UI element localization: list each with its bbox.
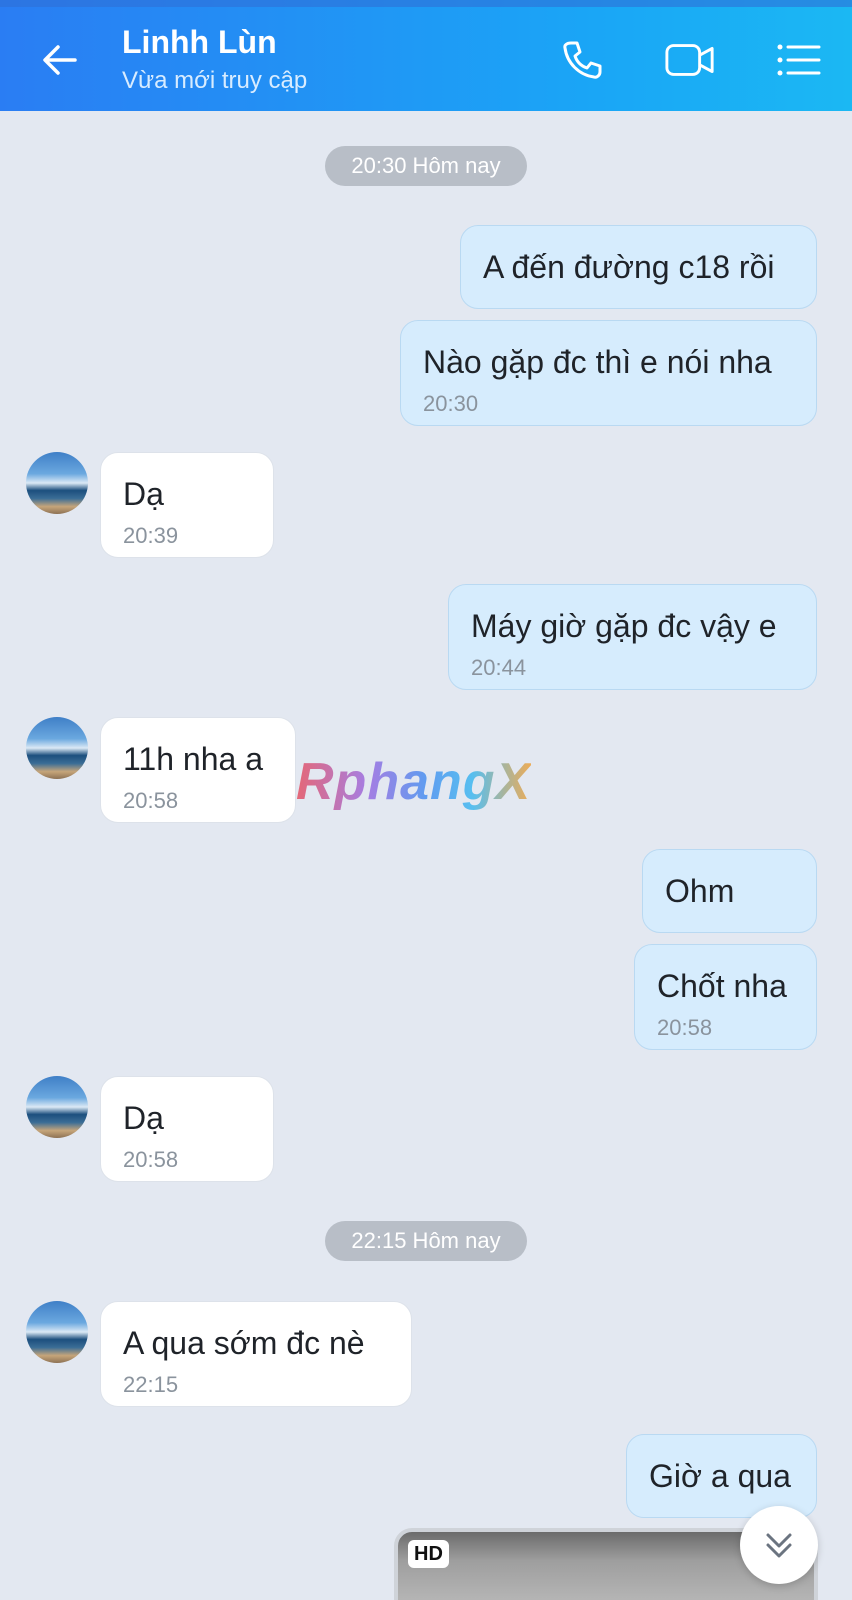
message-time: 20:58	[657, 1015, 713, 1040]
video-camera-icon	[665, 44, 714, 76]
message-text: Dạ	[123, 476, 164, 512]
message-text: Máy giờ gặp đc vậy e	[471, 608, 777, 644]
message-text: Dạ	[123, 1100, 164, 1136]
contact-avatar[interactable]	[26, 717, 88, 779]
contact-name: Linhh Lùn	[122, 24, 277, 60]
message-time: 20:44	[471, 655, 527, 680]
message-text: Nào gặp đc thì e nói nha	[423, 344, 772, 380]
message-text: A đến đường c18 rồi	[483, 249, 775, 285]
message-text: A qua sớm đc nè	[123, 1325, 365, 1361]
back-button[interactable]	[36, 36, 84, 84]
outgoing-message[interactable]: Ohm	[642, 849, 817, 933]
date-separator: 20:30 Hôm nay	[325, 146, 527, 186]
incoming-message[interactable]: Dạ 20:39	[100, 452, 274, 558]
date-separator: 22:15 Hôm nay	[325, 1221, 527, 1261]
call-button[interactable]	[556, 34, 608, 86]
outgoing-message[interactable]: Giờ a qua	[626, 1434, 817, 1518]
incoming-message[interactable]: 11h nha a 20:58	[100, 717, 296, 823]
chat-header: Linhh Lùn Vừa mới truy cập	[0, 0, 852, 111]
video-call-button[interactable]	[664, 34, 716, 86]
outgoing-message[interactable]: Nào gặp đc thì e nói nha 20:30	[400, 320, 817, 426]
contact-avatar[interactable]	[26, 452, 88, 514]
incoming-message[interactable]: A qua sớm đc nè 22:15	[100, 1301, 412, 1407]
contact-avatar[interactable]	[26, 1301, 88, 1363]
message-time: 20:39	[123, 523, 179, 548]
contact-info[interactable]: Linhh Lùn Vừa mới truy cập	[122, 22, 307, 98]
message-text: Giờ a qua	[649, 1458, 791, 1494]
message-text: 11h nha a	[123, 741, 263, 777]
chevron-double-down-icon	[766, 1533, 792, 1558]
chat-screen: Linhh Lùn Vừa mới truy cập 20:30 Hôm nay	[0, 0, 852, 1600]
message-time: 20:58	[123, 788, 179, 813]
outgoing-message[interactable]: A đến đường c18 rồi	[460, 225, 817, 309]
scroll-to-bottom-button[interactable]	[740, 1506, 818, 1584]
message-text: Chốt nha	[657, 968, 787, 1004]
hd-badge: HD	[408, 1540, 449, 1568]
message-time: 20:58	[123, 1147, 179, 1172]
list-menu-icon	[777, 44, 821, 76]
message-text: Ohm	[665, 873, 735, 909]
outgoing-message[interactable]: Chốt nha 20:58	[634, 944, 817, 1050]
phone-icon	[563, 41, 602, 79]
arrow-left-icon	[43, 45, 77, 75]
incoming-message[interactable]: Dạ 20:58	[100, 1076, 274, 1182]
status-strip	[0, 0, 852, 7]
message-time: 22:15	[123, 1372, 179, 1397]
contact-status: Vừa mới truy cập	[122, 67, 308, 94]
watermark: RphangX	[296, 753, 532, 811]
outgoing-message[interactable]: Máy giờ gặp đc vậy e 20:44	[448, 584, 817, 690]
message-time: 20:30	[423, 391, 479, 416]
menu-button[interactable]	[772, 34, 824, 86]
contact-avatar[interactable]	[26, 1076, 88, 1138]
